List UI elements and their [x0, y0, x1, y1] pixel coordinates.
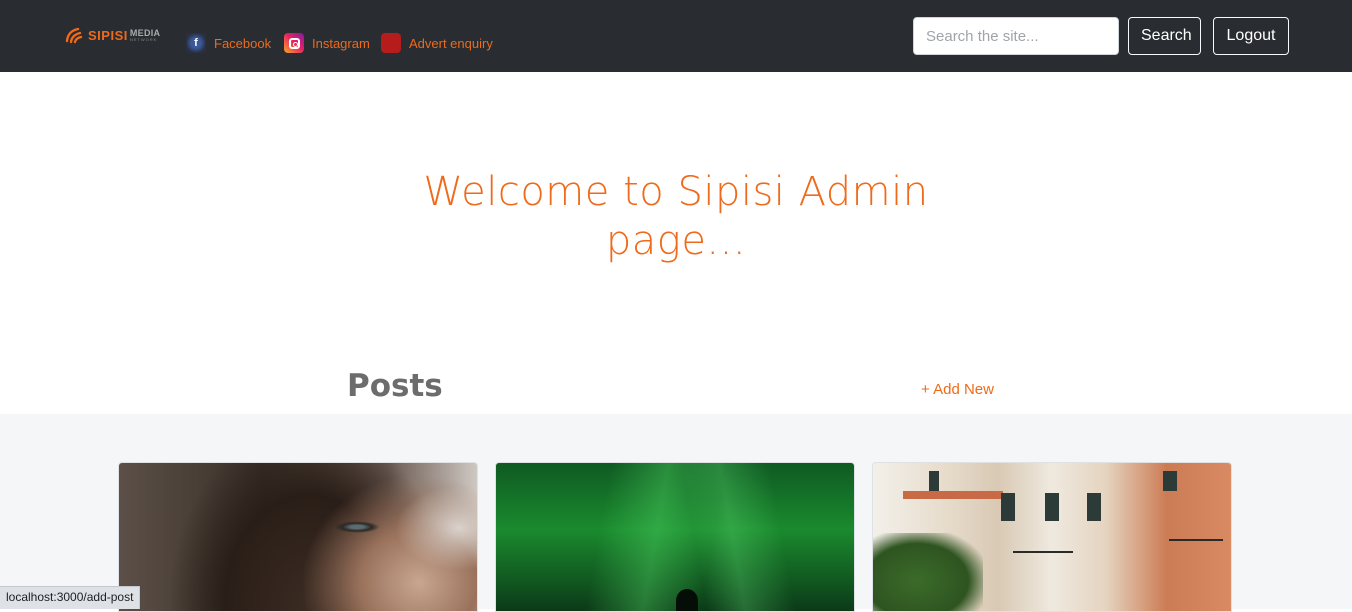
logo-suffix: MEDIA NETWORK: [129, 27, 161, 42]
window-detail: [1045, 493, 1059, 521]
balcony-detail: [1013, 551, 1073, 553]
ivy-detail: [873, 533, 983, 611]
balcony-detail: [1169, 539, 1223, 541]
sipisi-media-logo[interactable]: SIPISI MEDIA NETWORK: [64, 24, 160, 46]
nav-link-advert-enquiry[interactable]: Advert enquiry: [381, 32, 493, 54]
browser-status-url: localhost:3000/add-post: [0, 586, 141, 609]
nav-link-instagram[interactable]: Instagram: [284, 32, 370, 54]
posts-heading: Posts: [347, 368, 443, 404]
nav-link-label: Facebook: [214, 35, 272, 51]
nav-link-facebook[interactable]: f Facebook: [186, 32, 271, 54]
roof-detail: [903, 491, 1003, 499]
search-button[interactable]: Search: [1128, 17, 1201, 55]
post-card-old-town-buildings-image[interactable]: [872, 462, 1232, 612]
top-navbar: SIPISI MEDIA NETWORK f Facebook Instagra…: [0, 0, 1352, 72]
logout-button[interactable]: Logout: [1213, 17, 1289, 55]
post-card-portrait-woman-image[interactable]: [118, 462, 478, 612]
logo-wordmark: SIPISI: [88, 27, 128, 43]
advert-icon: [381, 33, 401, 53]
window-detail: [929, 471, 939, 491]
welcome-heading: Welcome to Sipisi Admin page...: [423, 169, 929, 264]
search-input[interactable]: [913, 17, 1119, 55]
window-detail: [1163, 471, 1177, 491]
nav-link-label: Instagram: [312, 35, 370, 51]
nav-link-label: Advert enquiry: [409, 35, 493, 51]
add-new-post-link[interactable]: + Add New: [921, 381, 994, 398]
post-card-aurora-green-sky-image[interactable]: [495, 462, 855, 612]
logo-swoosh-icon: [65, 27, 83, 44]
window-detail: [1087, 493, 1101, 521]
instagram-icon: [284, 33, 304, 53]
facebook-icon: f: [186, 33, 206, 53]
portrait-detail: [334, 521, 380, 533]
window-detail: [1001, 493, 1015, 521]
